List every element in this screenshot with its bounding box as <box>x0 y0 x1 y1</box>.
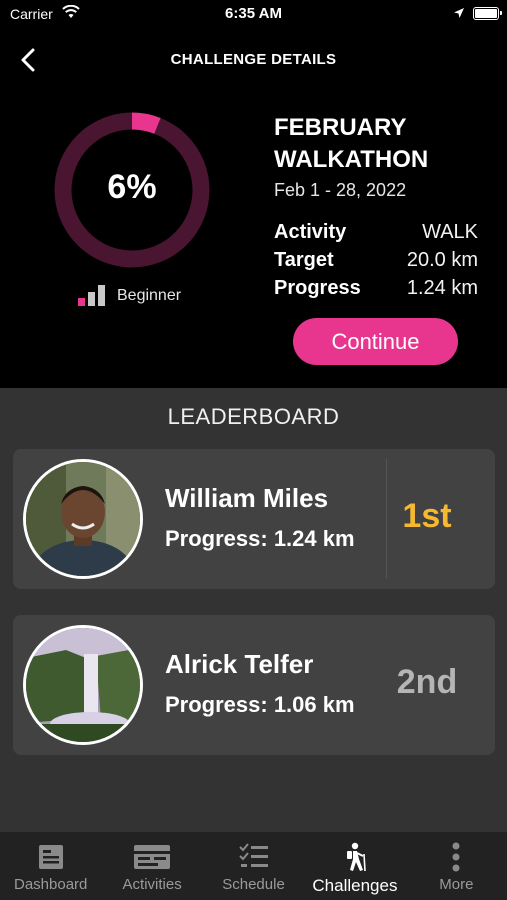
stat-key: Activity <box>274 220 347 243</box>
tab-label: More <box>439 876 474 893</box>
participant-progress: Progress: 1.24 km <box>165 526 355 551</box>
continue-button[interactable]: Continue <box>293 318 458 365</box>
challenge-name-line1: FEBRUARY <box>274 114 407 141</box>
leaderboard-entry[interactable]: Alrick Telfer Progress: 1.06 km 2nd <box>13 615 495 755</box>
location-arrow-icon <box>453 6 465 24</box>
participant-progress: Progress: 1.06 km <box>165 692 355 717</box>
rank-badge: 2nd <box>396 663 458 701</box>
tab-bar: Dashboard Activities Schedule Challenges… <box>0 832 507 900</box>
progress-percent: 6% <box>107 168 157 206</box>
challenge-dates: Feb 1 - 28, 2022 <box>274 180 407 200</box>
dashboard-icon <box>38 842 64 872</box>
leaderboard: LEADERBOARD William Miles Progress: 1.24… <box>0 388 507 832</box>
leaderboard-entry[interactable]: William Miles Progress: 1.24 km 1st <box>13 449 495 589</box>
stat-value: WALK <box>422 220 478 243</box>
tab-dashboard[interactable]: Dashboard <box>0 832 101 900</box>
leaderboard-title: LEADERBOARD <box>167 404 340 429</box>
status-bar: Carrier 6:35 AM <box>0 0 507 30</box>
rank-badge: 1st <box>402 497 452 535</box>
tab-more[interactable]: More <box>406 832 507 900</box>
participant-name: William Miles <box>165 483 329 513</box>
challenge-stats: Activity WALK Target 20.0 km Progress 1.… <box>274 218 478 302</box>
tab-label: Schedule <box>222 876 285 893</box>
challenge-name: FEBRUARY WALKATHON <box>274 112 494 176</box>
hiker-icon <box>342 842 368 872</box>
tab-label: Challenges <box>312 876 398 895</box>
stat-key: Target <box>274 248 334 271</box>
tab-challenges[interactable]: Challenges <box>304 832 405 900</box>
stat-value: 20.0 km <box>406 248 478 271</box>
stat-row-progress: Progress 1.24 km <box>274 274 478 302</box>
stat-value: 1.24 km <box>406 276 478 299</box>
tab-activities[interactable]: Activities <box>101 832 202 900</box>
signal-bars-icon <box>78 284 105 306</box>
tab-label: Dashboard <box>14 876 88 893</box>
difficulty-label: Beginner <box>117 287 182 304</box>
challenge-summary: 6% Beginner FEBRUARY WALKATHON Feb 1 - 2… <box>0 90 507 388</box>
avatar <box>23 625 143 745</box>
schedule-checklist-icon <box>238 842 269 872</box>
page-title: CHALLENGE DETAILS <box>170 51 337 68</box>
stat-key: Progress <box>274 276 361 299</box>
activities-icon <box>133 842 171 872</box>
clock: 6:35 AM <box>225 5 282 22</box>
participant-name: Alrick Telfer <box>165 649 314 679</box>
tab-label: Activities <box>122 876 182 893</box>
more-dots-icon <box>451 842 461 872</box>
battery-icon <box>473 7 502 20</box>
tab-schedule[interactable]: Schedule <box>203 832 304 900</box>
avatar <box>23 459 143 579</box>
nav-header: CHALLENGE DETAILS <box>0 36 507 84</box>
challenge-name-line2: WALKATHON <box>274 146 429 173</box>
difficulty-level: Beginner <box>78 282 181 306</box>
stat-row-target: Target 20.0 km <box>274 246 478 274</box>
stat-row-activity: Activity WALK <box>274 218 478 246</box>
